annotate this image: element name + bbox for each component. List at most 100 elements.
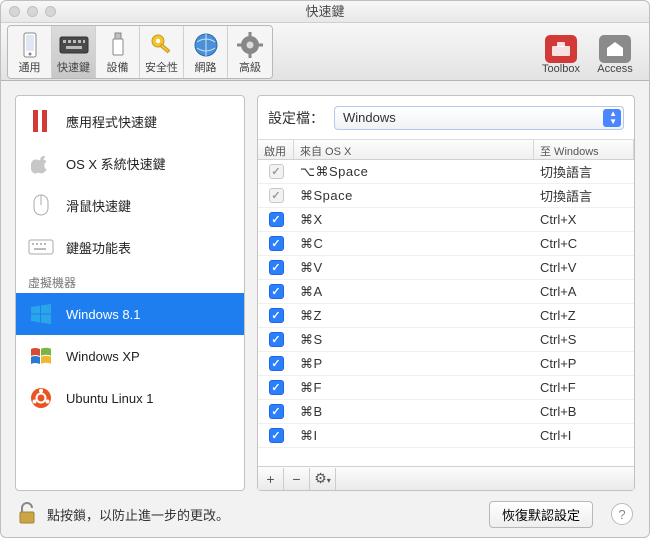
table-row[interactable]: ✓ ⌘ZCtrl+Z xyxy=(258,304,634,328)
profile-select[interactable]: Windows ▲▼ xyxy=(334,106,624,130)
toolbox-icon xyxy=(545,35,577,63)
enable-checkbox[interactable]: ✓ xyxy=(269,260,284,275)
gear-small-icon: ⚙ xyxy=(314,470,327,486)
sidebar-osx-shortcuts[interactable]: OS X 系統快速鍵 xyxy=(16,142,244,184)
shortcut-from: ⌘A xyxy=(294,284,534,300)
parallels-icon xyxy=(28,108,54,134)
shortcut-to: Ctrl+F xyxy=(534,380,634,395)
shortcut-to: 切換語言 xyxy=(534,162,634,181)
table-row[interactable]: ✓ ⌘ACtrl+A xyxy=(258,280,634,304)
add-button[interactable]: + xyxy=(258,468,284,490)
shortcut-to: Ctrl+S xyxy=(534,332,634,347)
table-row[interactable]: ✓ ⌥⌘Space切換語言 xyxy=(258,160,634,184)
close-dot[interactable] xyxy=(9,6,20,17)
chevron-updown-icon: ▲▼ xyxy=(609,110,617,126)
toolbar-advanced[interactable]: 高級 xyxy=(228,26,272,78)
windows-xp-icon xyxy=(28,343,54,369)
col-enable[interactable]: 啟用 xyxy=(258,140,294,159)
toolbar-security[interactable]: 安全性 xyxy=(140,26,184,78)
shortcut-from: ⌘Space xyxy=(294,188,534,204)
sidebar-mouse-shortcuts[interactable]: 滑鼠快速鍵 xyxy=(16,184,244,226)
sidebar: 應用程式快速鍵 OS X 系統快速鍵 滑鼠快速鍵 鍵盤功能表 虛擬機器 Wind… xyxy=(15,95,245,491)
table-row[interactable]: ✓ ⌘Space切換語言 xyxy=(258,184,634,208)
toolbar-shortcuts[interactable]: 快速鍵 xyxy=(52,26,96,78)
enable-checkbox: ✓ xyxy=(269,164,284,179)
phone-icon xyxy=(14,31,46,59)
shortcut-from: ⌘P xyxy=(294,356,534,372)
col-to[interactable]: 至 Windows xyxy=(534,140,634,159)
table-row[interactable]: ✓ ⌘PCtrl+P xyxy=(258,352,634,376)
shortcut-to: 切換語言 xyxy=(534,186,634,205)
zoom-dot[interactable] xyxy=(45,6,56,17)
globe-icon xyxy=(190,31,222,59)
table-row[interactable]: ✓ ⌘ICtrl+I xyxy=(258,424,634,448)
titlebar: 快速鍵 xyxy=(1,1,649,23)
enable-checkbox[interactable]: ✓ xyxy=(269,308,284,323)
window-traffic-lights xyxy=(9,6,56,17)
shortcut-to: Ctrl+V xyxy=(534,260,634,275)
shortcut-to: Ctrl+Z xyxy=(534,308,634,323)
keyboard-icon xyxy=(58,31,90,59)
shortcut-to: Ctrl+X xyxy=(534,212,634,227)
enable-checkbox: ✓ xyxy=(269,188,284,203)
enable-checkbox[interactable]: ✓ xyxy=(269,380,284,395)
window-title: 快速鍵 xyxy=(305,4,344,19)
shortcut-from: ⌘V xyxy=(294,260,534,276)
keyboard-small-icon xyxy=(28,234,54,260)
profile-label: 設定檔： xyxy=(268,108,324,128)
col-from[interactable]: 來自 OS X xyxy=(294,140,534,159)
shortcut-from: ⌥⌘Space xyxy=(294,164,534,180)
restore-defaults-button[interactable]: 恢復默認設定 xyxy=(489,501,593,528)
shortcut-from: ⌘I xyxy=(294,428,534,444)
lock-icon[interactable] xyxy=(17,501,37,528)
shortcut-from: ⌘C xyxy=(294,236,534,252)
toolbar: 通用 快速鍵 設備 安全性 xyxy=(1,23,649,81)
remove-button[interactable]: − xyxy=(284,468,310,490)
gear-button[interactable]: ⚙▾ xyxy=(310,468,336,490)
toolbar-access[interactable]: Access xyxy=(591,26,639,78)
table-row[interactable]: ✓ ⌘CCtrl+C xyxy=(258,232,634,256)
table-row[interactable]: ✓ ⌘BCtrl+B xyxy=(258,400,634,424)
access-icon xyxy=(599,35,631,63)
shortcuts-table[interactable]: 啟用 來自 OS X 至 Windows ✓ ⌥⌘Space切換語言 ✓ ⌘Space… xyxy=(258,140,634,466)
key-icon xyxy=(146,31,178,59)
table-row[interactable]: ✓ ⌘SCtrl+S xyxy=(258,328,634,352)
minimize-dot[interactable] xyxy=(27,6,38,17)
sidebar-vm-header: 虛擬機器 xyxy=(16,268,244,293)
shortcut-from: ⌘Z xyxy=(294,308,534,324)
help-button[interactable]: ? xyxy=(611,503,633,525)
mouse-icon xyxy=(28,192,54,218)
toolbar-general[interactable]: 通用 xyxy=(8,26,52,78)
enable-checkbox[interactable]: ✓ xyxy=(269,428,284,443)
toolbar-network[interactable]: 網路 xyxy=(184,26,228,78)
shortcut-to: Ctrl+I xyxy=(534,428,634,443)
table-row[interactable]: ✓ ⌘VCtrl+V xyxy=(258,256,634,280)
toolbar-devices[interactable]: 設備 xyxy=(96,26,140,78)
enable-checkbox[interactable]: ✓ xyxy=(269,236,284,251)
right-pane: 設定檔： Windows ▲▼ 啟用 來自 OS X 至 Windows ✓ ⌥⌘… xyxy=(257,95,635,491)
shortcut-from: ⌘B xyxy=(294,404,534,420)
enable-checkbox[interactable]: ✓ xyxy=(269,356,284,371)
toolbar-toolbox[interactable]: Toolbox xyxy=(537,26,585,78)
apple-icon xyxy=(28,150,54,176)
shortcut-from: ⌘S xyxy=(294,332,534,348)
gear-icon xyxy=(234,31,266,59)
toolbar-segment: 通用 快速鍵 設備 安全性 xyxy=(7,25,273,79)
enable-checkbox[interactable]: ✓ xyxy=(269,404,284,419)
sidebar-vm-win81[interactable]: Windows 8.1 xyxy=(16,293,244,335)
sidebar-vm-ubuntu[interactable]: Ubuntu Linux 1 xyxy=(16,377,244,419)
shortcut-to: Ctrl+B xyxy=(534,404,634,419)
table-row[interactable]: ✓ ⌘XCtrl+X xyxy=(258,208,634,232)
shortcut-from: ⌘X xyxy=(294,212,534,228)
shortcut-to: Ctrl+A xyxy=(534,284,634,299)
sidebar-keyboard-menu[interactable]: 鍵盤功能表 xyxy=(16,226,244,268)
shortcut-to: Ctrl+P xyxy=(534,356,634,371)
enable-checkbox[interactable]: ✓ xyxy=(269,212,284,227)
sidebar-app-shortcuts[interactable]: 應用程式快速鍵 xyxy=(16,100,244,142)
shortcut-to: Ctrl+C xyxy=(534,236,634,251)
table-row[interactable]: ✓⌘FCtrl+F xyxy=(258,376,634,400)
usb-icon xyxy=(102,31,134,59)
enable-checkbox[interactable]: ✓ xyxy=(269,284,284,299)
enable-checkbox[interactable]: ✓ xyxy=(269,332,284,347)
sidebar-vm-winxp[interactable]: Windows XP xyxy=(16,335,244,377)
